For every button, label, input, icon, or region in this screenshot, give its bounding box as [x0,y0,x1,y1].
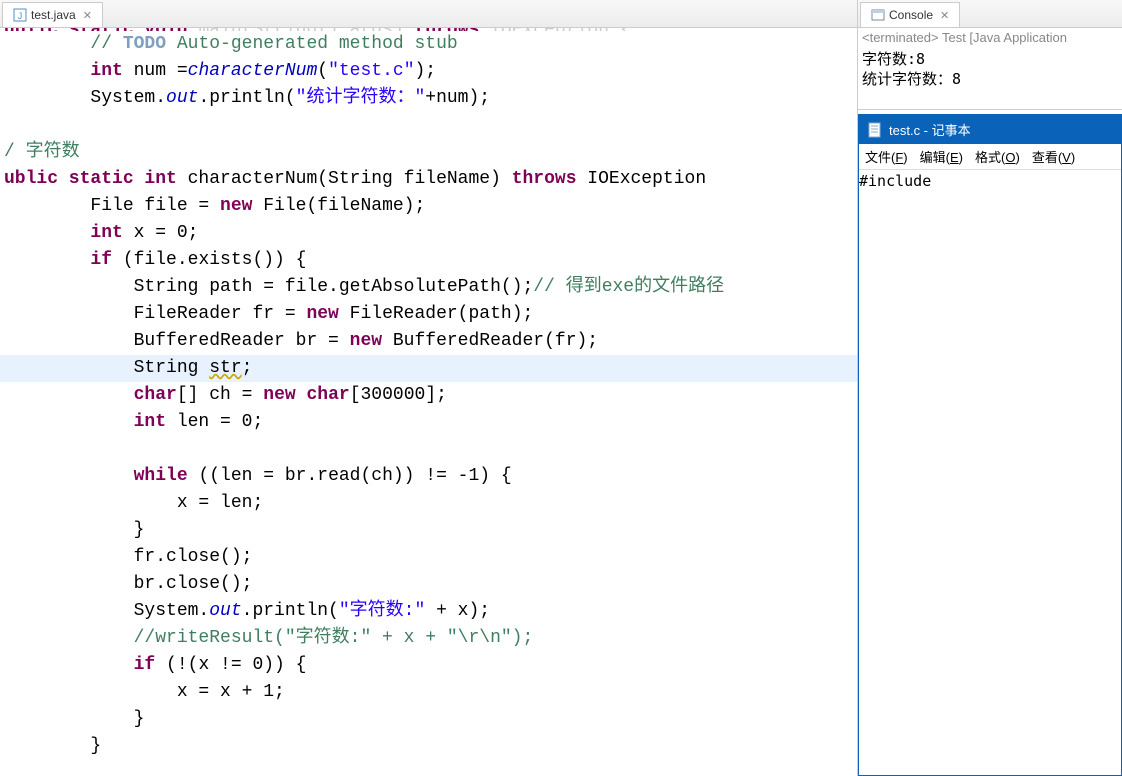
console-section: Console ✕ <terminated> Test [Java Applic… [858,0,1122,110]
editor-pane: J test.java ✕ ublic static void main(Str… [0,0,858,776]
editor-tab-testjava[interactable]: J test.java ✕ [2,2,103,27]
code-line[interactable]: } [0,706,857,733]
console-tab-label: Console [889,8,933,22]
code-line[interactable]: String str; [0,355,857,382]
console-output[interactable]: 字符数:8统计字符数：8 [858,47,1122,109]
code-line[interactable]: } [0,733,857,760]
code-line[interactable]: int len = 0; [0,409,857,436]
code-line[interactable]: int x = 0; [0,220,857,247]
console-tab[interactable]: Console ✕ [860,2,960,27]
console-line: 字符数:8 [862,49,1118,69]
notepad-menu-view[interactable]: 查看(V) [1032,147,1075,166]
svg-text:J: J [18,11,23,21]
console-icon [871,8,885,22]
code-editor[interactable]: ublic static void main(String[] args) th… [0,28,857,776]
code-line[interactable]: System.out.println("统计字符数："+num); [0,85,857,112]
code-line[interactable]: //writeResult("字符数:" + x + "\r\n"); [0,625,857,652]
code-line[interactable]: File file = new File(fileName); [0,193,857,220]
notepad-menu-format[interactable]: 格式(O) [975,147,1020,166]
code-line[interactable]: if (!(x != 0)) { [0,652,857,679]
notepad-menu-edit[interactable]: 编辑(E) [920,147,963,166]
notepad-icon [867,122,883,138]
editor-tab-label: test.java [31,8,76,22]
code-line[interactable]: String path = file.getAbsolutePath();// … [0,274,857,301]
close-icon[interactable]: ✕ [83,9,92,22]
right-pane: Console ✕ <terminated> Test [Java Applic… [858,0,1122,776]
code-line[interactable]: / 字符数 [0,139,857,166]
code-line[interactable] [0,436,857,463]
code-line[interactable]: if (file.exists()) { [0,247,857,274]
notepad-titlebar[interactable]: test.c - 记事本 [859,115,1121,144]
code-line[interactable]: while ((len = br.read(ch)) != -1) { [0,463,857,490]
code-line[interactable]: // TODO Auto-generated method stub [0,31,857,58]
code-line[interactable]: fr.close(); [0,544,857,571]
code-line[interactable] [0,112,857,139]
code-line[interactable]: int num =characterNum("test.c"); [0,58,857,85]
notepad-title-text: test.c - 记事本 [889,120,971,139]
console-line: 统计字符数：8 [862,69,1118,89]
notepad-menubar: 文件(F) 编辑(E) 格式(O) 查看(V) [859,144,1121,170]
console-tabs: Console ✕ [858,0,1122,28]
code-line[interactable]: char[] ch = new char[300000]; [0,382,857,409]
code-line[interactable]: ublic static int characterNum(String fil… [0,166,857,193]
code-line[interactable]: x = x + 1; [0,679,857,706]
notepad-content[interactable]: #include [859,170,1121,775]
close-icon[interactable]: ✕ [940,9,949,22]
code-line[interactable]: x = len; [0,490,857,517]
notepad-menu-file[interactable]: 文件(F) [865,147,908,166]
code-line[interactable]: } [0,517,857,544]
editor-tabs: J test.java ✕ [0,0,857,28]
code-line[interactable]: br.close(); [0,571,857,598]
code-line[interactable]: FileReader fr = new FileReader(path); [0,301,857,328]
console-status: <terminated> Test [Java Application [858,28,1122,47]
code-line[interactable]: System.out.println("字符数:" + x); [0,598,857,625]
notepad-window: test.c - 记事本 文件(F) 编辑(E) 格式(O) 查看(V) #in… [858,114,1122,776]
java-file-icon: J [13,8,27,22]
code-line[interactable]: BufferedReader br = new BufferedReader(f… [0,328,857,355]
